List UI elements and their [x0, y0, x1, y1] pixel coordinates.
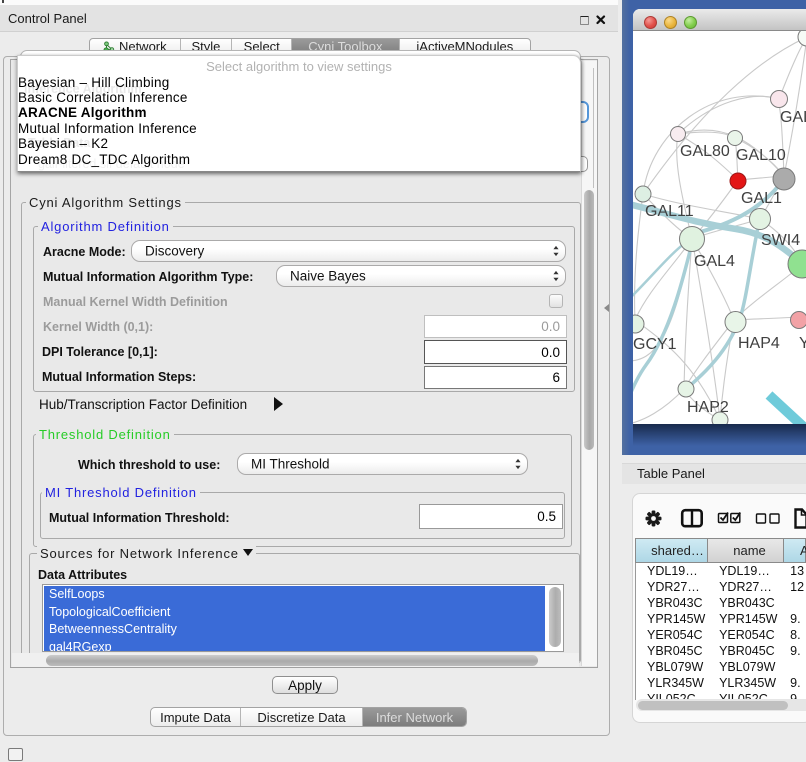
- svg-text:HAP2: HAP2: [687, 399, 729, 416]
- svg-text:GAL11: GAL11: [645, 203, 694, 220]
- svg-text:Y: Y: [799, 335, 806, 352]
- svg-text:HAP4: HAP4: [738, 335, 780, 352]
- svg-text:GAL80: GAL80: [680, 143, 730, 160]
- svg-text:GCY1: GCY1: [633, 336, 677, 353]
- svg-text:GAL4: GAL4: [694, 253, 735, 270]
- svg-text:GAL2: GAL2: [780, 109, 806, 126]
- svg-text:GAL1: GAL1: [741, 190, 782, 207]
- svg-text:SWI4: SWI4: [761, 232, 800, 249]
- svg-text:GAL10: GAL10: [736, 147, 786, 164]
